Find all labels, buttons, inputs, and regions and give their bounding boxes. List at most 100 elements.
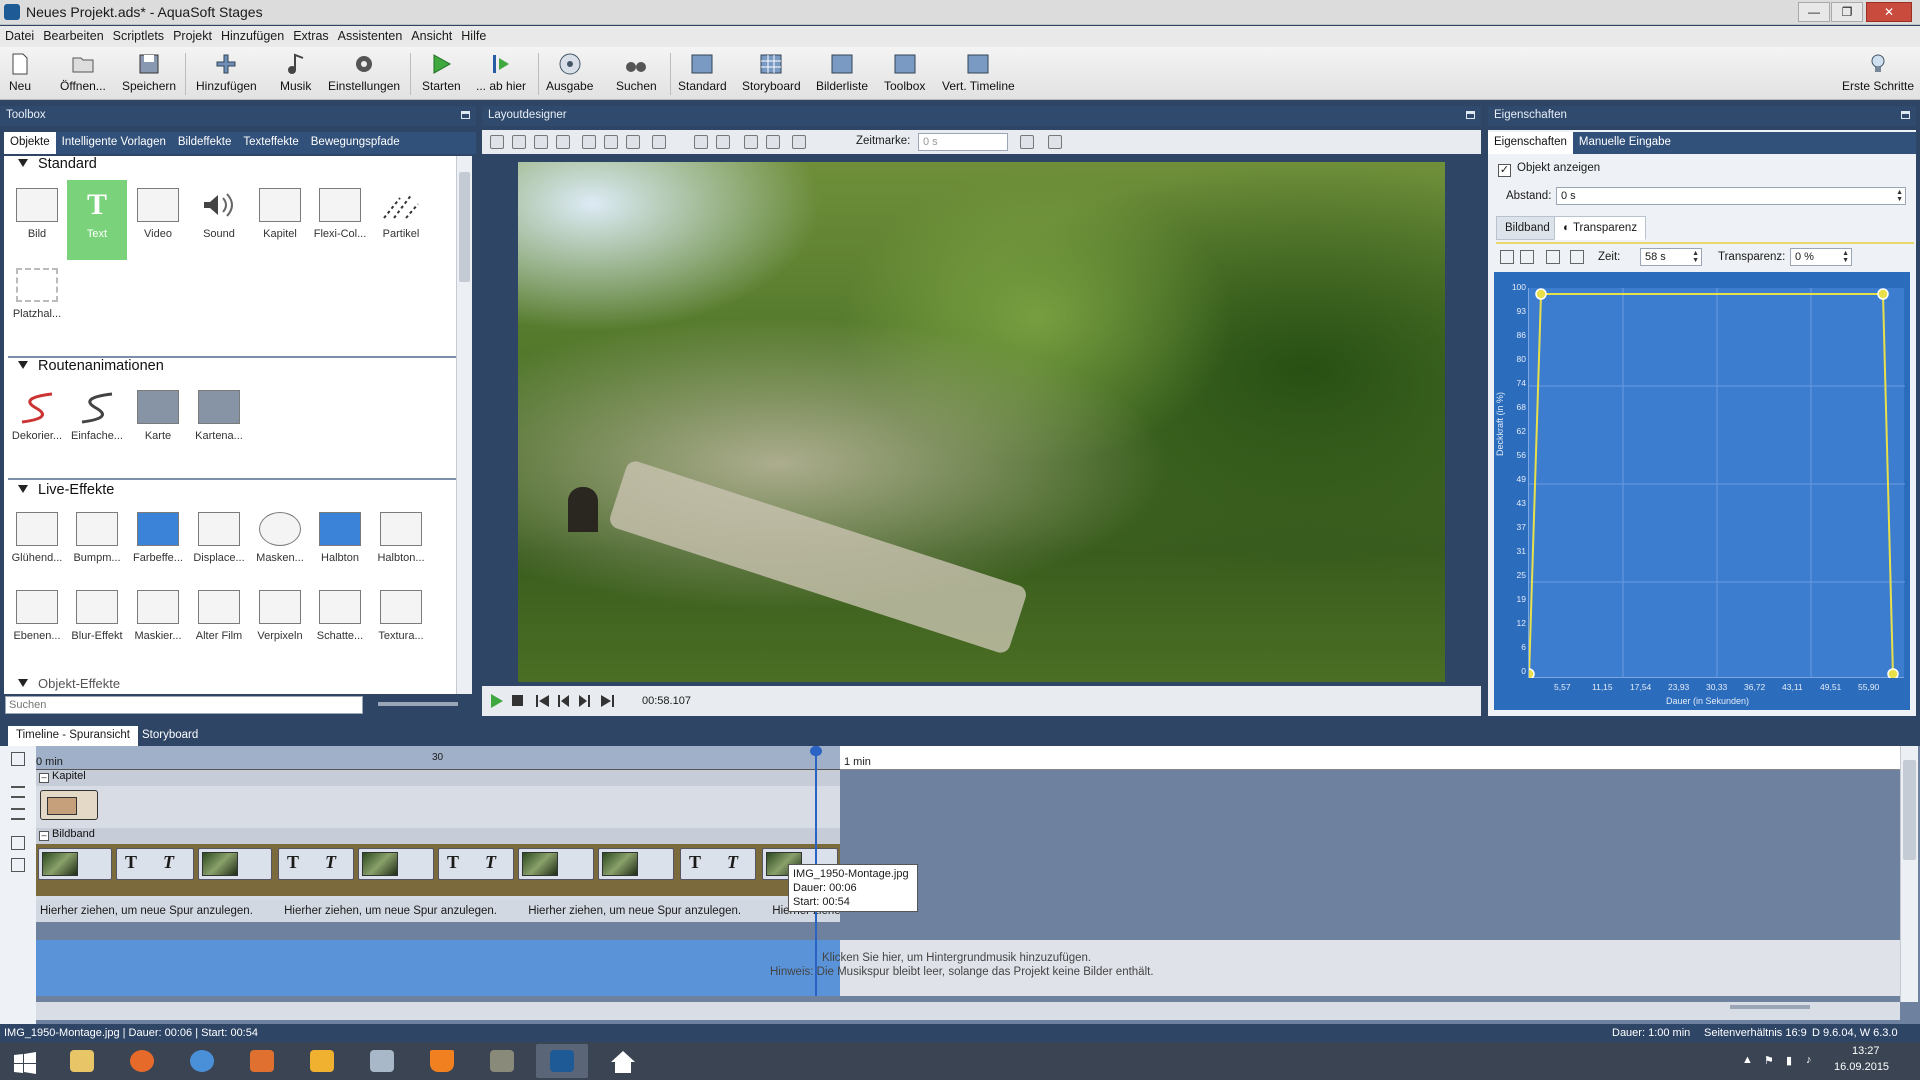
image-clip[interactable] bbox=[198, 848, 272, 880]
timeline-ruler[interactable]: 0 min 30 bbox=[36, 746, 840, 770]
grid-icon[interactable] bbox=[652, 135, 666, 149]
add-track-icon[interactable] bbox=[11, 836, 25, 850]
clock-time[interactable]: 13:27 bbox=[1852, 1045, 1880, 1057]
vert-timeline-view-button[interactable]: Vert. Timeline bbox=[942, 49, 1015, 93]
step-forward-icon[interactable] bbox=[578, 695, 590, 707]
menu-hilfe[interactable]: Hilfe bbox=[456, 26, 490, 43]
tool-video[interactable]: Video bbox=[128, 180, 188, 260]
playhead-handle[interactable] bbox=[810, 746, 822, 756]
maximize-button[interactable]: ❐ bbox=[1831, 2, 1863, 22]
clock-date[interactable]: 16.09.2015 bbox=[1834, 1061, 1889, 1073]
tab-bildeffekte[interactable]: Bildeffekte bbox=[172, 132, 238, 154]
effect-maskeneffekt[interactable]: Masken... bbox=[250, 504, 310, 576]
kapitel-track-header[interactable]: – Kapitel bbox=[36, 770, 840, 786]
delete-point-icon[interactable] bbox=[1546, 250, 1560, 264]
tab-storyboard[interactable]: Storyboard bbox=[134, 726, 206, 746]
oeffnen-button[interactable]: Öffnen... bbox=[60, 49, 106, 93]
effect-maskieren[interactable]: Maskier... bbox=[128, 582, 188, 654]
ab-hier-button[interactable]: ... ab hier bbox=[476, 49, 526, 93]
grid-dots-icon[interactable] bbox=[512, 135, 526, 149]
remove-track-icon[interactable] bbox=[11, 858, 25, 872]
zeit-field[interactable]: 58 s ▲ ▼ bbox=[1640, 248, 1702, 266]
speichern-button[interactable]: Speichern bbox=[122, 49, 176, 93]
taskbar-app3[interactable] bbox=[176, 1044, 228, 1078]
volume-icon[interactable]: ♪ bbox=[1806, 1054, 1812, 1066]
einstellungen-button[interactable]: Einstellungen bbox=[328, 49, 400, 93]
tab-intelligente-vorlagen[interactable]: Intelligente Vorlagen bbox=[56, 132, 172, 154]
collapse-icon[interactable]: – bbox=[39, 831, 49, 841]
step-back-icon[interactable] bbox=[558, 695, 570, 707]
subtab-bildband[interactable]: Bildband bbox=[1496, 216, 1559, 240]
musik-button[interactable]: Musik bbox=[280, 49, 311, 93]
effect-halbton-2[interactable]: Halbton... bbox=[371, 504, 431, 576]
tool-kapitel[interactable]: Kapitel bbox=[250, 180, 310, 260]
menu-hinzufuegen[interactable]: Hinzufügen bbox=[216, 26, 288, 43]
suchen-button[interactable]: Suchen bbox=[616, 49, 657, 93]
image-clip[interactable] bbox=[38, 848, 112, 880]
taskbar-calculator[interactable] bbox=[356, 1044, 408, 1078]
zoom-slider[interactable] bbox=[378, 702, 458, 706]
taskbar-vlc[interactable] bbox=[416, 1044, 468, 1078]
opacity-curve[interactable] bbox=[1529, 288, 1905, 678]
scrollbar-thumb[interactable] bbox=[1903, 760, 1916, 860]
ausgabe-button[interactable]: Ausgabe bbox=[546, 49, 593, 93]
menu-ansicht[interactable]: Ansicht bbox=[406, 26, 456, 43]
tab-objekte[interactable]: Objekte bbox=[4, 132, 56, 154]
skip-start-icon[interactable] bbox=[536, 695, 550, 707]
select-arrow-icon[interactable] bbox=[490, 135, 504, 149]
tool-dekorierte-route[interactable]: Dekorier... bbox=[7, 382, 67, 458]
image-clip[interactable] bbox=[358, 848, 434, 880]
menu-bearbeiten[interactable]: Bearbeiten bbox=[38, 26, 107, 43]
menu-projekt[interactable]: Projekt bbox=[168, 26, 216, 43]
subtab-transparenz[interactable]: ◐ Transparenz bbox=[1554, 216, 1647, 240]
tool-einfache-route[interactable]: Einfache... bbox=[67, 382, 127, 458]
snap-icon[interactable] bbox=[694, 135, 708, 149]
toolbox-scrollbar[interactable] bbox=[456, 156, 472, 694]
expand-all-icon[interactable] bbox=[11, 808, 25, 820]
taskbar-explorer[interactable] bbox=[56, 1044, 108, 1078]
hinzufuegen-button[interactable]: Hinzufügen bbox=[196, 49, 257, 93]
collapse-all-icon[interactable] bbox=[11, 786, 25, 798]
scrollbar-thumb[interactable] bbox=[459, 172, 470, 282]
spinner-icon[interactable]: ▲ ▼ bbox=[1896, 189, 1903, 203]
effect-verpixeln[interactable]: Verpixeln bbox=[250, 582, 310, 654]
text-clip[interactable]: TT bbox=[278, 848, 354, 880]
close-button[interactable]: ✕ bbox=[1866, 2, 1912, 22]
flag-icon[interactable]: ⚑ bbox=[1764, 1054, 1774, 1067]
show-object-checkbox[interactable]: ✓ bbox=[1498, 164, 1511, 177]
menu-scriptlets[interactable]: Scriptlets bbox=[108, 26, 168, 43]
neu-button[interactable]: Neu bbox=[8, 49, 32, 93]
stretch-icon[interactable] bbox=[1570, 250, 1584, 264]
zoom-fit-icon[interactable] bbox=[626, 135, 640, 149]
pin-icon[interactable] bbox=[461, 111, 470, 119]
stop-icon[interactable] bbox=[512, 695, 524, 707]
ruler-icon[interactable] bbox=[534, 135, 548, 149]
taskbar-aquasoft[interactable] bbox=[536, 1044, 588, 1078]
battery-icon[interactable]: ▮ bbox=[1786, 1054, 1792, 1067]
text-clip[interactable]: TT bbox=[438, 848, 514, 880]
erste-schritte-button[interactable]: Erste Schritte bbox=[1842, 49, 1914, 93]
timeline-hscroll[interactable] bbox=[36, 1002, 1900, 1020]
preview-photo[interactable] bbox=[518, 162, 1445, 682]
section-standard[interactable]: Standard bbox=[8, 156, 97, 172]
start-button[interactable] bbox=[0, 1044, 52, 1078]
menu-datei[interactable]: Datei bbox=[0, 26, 38, 43]
taskbar-firefox[interactable] bbox=[116, 1044, 168, 1078]
remove-frame-icon[interactable] bbox=[766, 135, 780, 149]
tool-kartenanimation[interactable]: Kartena... bbox=[189, 382, 249, 458]
abstand-field[interactable]: 0 s ▲ ▼ bbox=[1556, 187, 1906, 205]
effect-farbeffekt[interactable]: Farbeffe... bbox=[128, 504, 188, 576]
wand-tool-icon[interactable] bbox=[1048, 135, 1062, 149]
opacity-graph[interactable]: 100 93 86 80 74 68 62 56 49 43 37 31 25 … bbox=[1494, 272, 1910, 710]
section-objekt-effekte[interactable]: Objekt-Effekte bbox=[8, 676, 120, 694]
zeitmarke-field[interactable]: 0 s bbox=[918, 133, 1008, 151]
bilderliste-view-button[interactable]: Bilderliste bbox=[816, 49, 868, 93]
minimize-button[interactable]: — bbox=[1798, 2, 1830, 22]
tool-karte[interactable]: Karte bbox=[128, 382, 188, 458]
graph-plot-area[interactable] bbox=[1528, 288, 1905, 678]
text-clip[interactable]: TT bbox=[116, 848, 194, 880]
spinner-icon[interactable]: ▲ ▼ bbox=[1692, 250, 1699, 264]
curve-tool-icon[interactable] bbox=[1500, 250, 1514, 264]
collapse-icon[interactable]: – bbox=[39, 773, 49, 783]
taskbar-home[interactable] bbox=[596, 1044, 648, 1078]
